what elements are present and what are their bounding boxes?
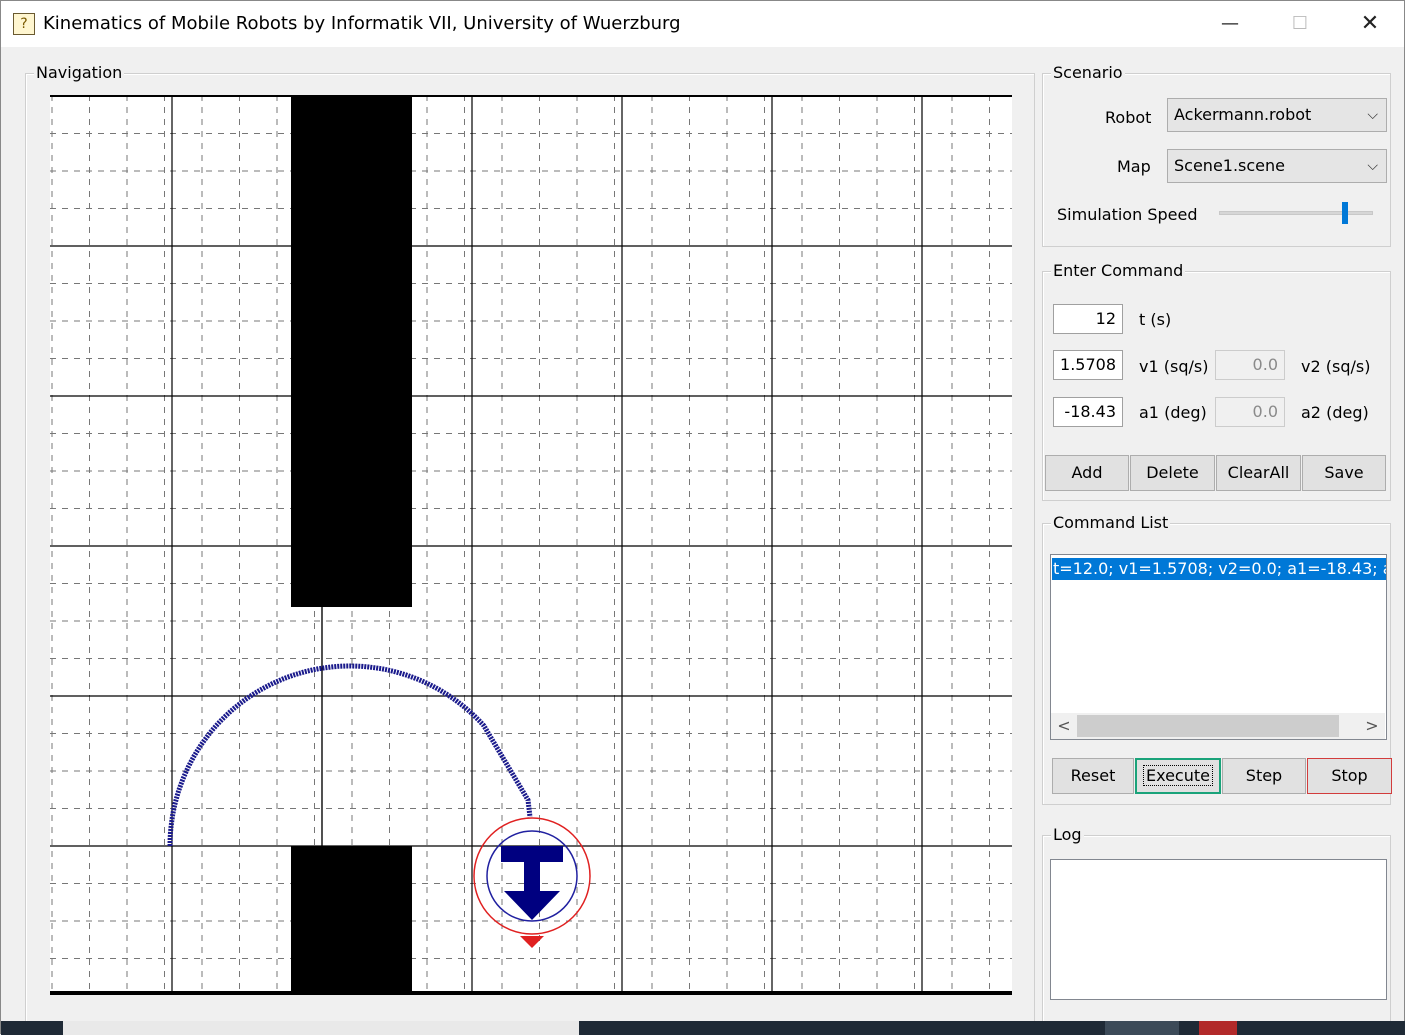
simulation-speed-thumb[interactable] — [1342, 202, 1349, 224]
map-label: Map — [1117, 157, 1151, 176]
close-button[interactable]: ✕ — [1335, 1, 1405, 47]
simulation-speed-label: Simulation Speed — [1057, 205, 1198, 224]
scroll-right-icon[interactable]: > — [1359, 713, 1385, 739]
map-select[interactable]: Scene1.scene ⌵ — [1167, 149, 1387, 183]
log-group: Log — [1042, 825, 1391, 1025]
title-bar[interactable]: ? Kinematics of Mobile Robots by Informa… — [1, 1, 1404, 47]
a2-input: 0.0 — [1215, 397, 1285, 427]
command-listbox[interactable]: t=12.0; v1=1.5708; v2=0.0; a1=-18.43; a2… — [1050, 554, 1387, 740]
robot-label: Robot — [1105, 108, 1152, 127]
stop-button[interactable]: Stop — [1307, 758, 1392, 794]
command-list-group: Command List t=12.0; v1=1.5708; v2=0.0; … — [1042, 513, 1392, 805]
a1-label: a1 (deg) — [1139, 403, 1207, 422]
list-item[interactable]: t=12.0; v1=1.5708; v2=0.0; a1=-18.43; a2… — [1052, 558, 1386, 580]
scenario-label: Scenario — [1051, 63, 1125, 82]
scroll-left-icon[interactable]: < — [1051, 713, 1077, 739]
v1-input[interactable]: 1.5708 — [1053, 350, 1123, 380]
delete-button[interactable]: Delete — [1130, 455, 1215, 491]
a1-input[interactable]: -18.43 — [1053, 397, 1123, 427]
app-question-icon: ? — [13, 13, 35, 35]
window-title: Kinematics of Mobile Robots by Informati… — [43, 13, 681, 34]
obstacle-wall — [291, 96, 412, 607]
v1-label: v1 (sq/s) — [1139, 357, 1209, 376]
map-select-value: Scene1.scene — [1174, 156, 1286, 175]
a2-label: a2 (deg) — [1301, 403, 1369, 422]
command-list-label: Command List — [1051, 513, 1171, 532]
reset-button[interactable]: Reset — [1052, 758, 1134, 794]
navigation-label: Navigation — [34, 63, 125, 82]
log-label: Log — [1051, 825, 1084, 844]
minimize-button[interactable]: — — [1195, 1, 1265, 47]
t-label: t (s) — [1139, 310, 1172, 329]
chevron-down-icon: ⌵ — [1367, 158, 1378, 174]
taskbar-search[interactable] — [63, 1021, 579, 1035]
horizontal-scrollbar[interactable]: < > — [1051, 713, 1385, 739]
log-textarea[interactable] — [1050, 859, 1387, 1000]
chevron-down-icon: ⌵ — [1367, 107, 1378, 123]
app-window: ? Kinematics of Mobile Robots by Informa… — [0, 0, 1405, 1035]
step-button[interactable]: Step — [1222, 758, 1306, 794]
taskbar-app[interactable] — [1199, 1021, 1237, 1035]
v2-input: 0.0 — [1215, 350, 1285, 380]
scrollbar-thumb[interactable] — [1077, 715, 1339, 737]
obstacle-wall — [291, 846, 412, 995]
enter-command-label: Enter Command — [1051, 261, 1186, 280]
execute-button-label: Execute — [1143, 765, 1213, 786]
robot-select-value: Ackermann.robot — [1174, 105, 1312, 124]
enter-command-group: Enter Command 12 t (s) 1.5708 v1 (sq/s) … — [1042, 261, 1391, 501]
scenario-group: Scenario Robot Ackermann.robot ⌵ Map Sce… — [1042, 63, 1391, 247]
robot-select[interactable]: Ackermann.robot ⌵ — [1167, 98, 1387, 132]
clear-all-button[interactable]: ClearAll — [1216, 455, 1301, 491]
add-button[interactable]: Add — [1045, 455, 1129, 491]
save-button[interactable]: Save — [1302, 455, 1386, 491]
taskbar-app-active[interactable] — [1105, 1021, 1179, 1035]
maximize-button[interactable]: ☐ — [1265, 1, 1335, 47]
taskbar — [1, 1021, 1405, 1035]
simulation-speed-slider[interactable] — [1219, 211, 1373, 215]
navigation-canvas[interactable] — [50, 95, 1012, 995]
v2-label: v2 (sq/s) — [1301, 357, 1371, 376]
t-input[interactable]: 12 — [1053, 304, 1123, 334]
execute-button[interactable]: Execute — [1135, 758, 1221, 794]
